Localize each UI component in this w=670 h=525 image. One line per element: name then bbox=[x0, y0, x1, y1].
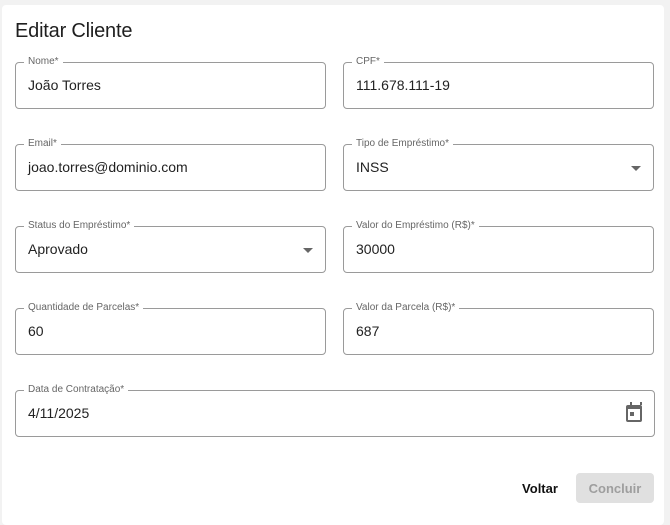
calendar-icon[interactable] bbox=[626, 402, 642, 422]
field-label: Tipo de Empréstimo* bbox=[352, 138, 453, 150]
field-value: INSS bbox=[356, 159, 389, 175]
loan-type-select[interactable]: Tipo de Empréstimo* INSS bbox=[343, 138, 654, 191]
loan-amount-field[interactable]: Valor do Empréstimo (R$)* 30000 bbox=[343, 220, 654, 273]
installment-value-field[interactable]: Valor da Parcela (R$)* 687 bbox=[343, 302, 654, 355]
field-label: Nome* bbox=[24, 56, 63, 68]
field-value: 60 bbox=[28, 323, 44, 339]
chevron-down-icon[interactable] bbox=[631, 166, 641, 171]
field-value: 687 bbox=[356, 323, 380, 339]
field-value: 30000 bbox=[356, 241, 395, 257]
field-label: Valor da Parcela (R$)* bbox=[352, 302, 460, 314]
field-label: Valor do Empréstimo (R$)* bbox=[352, 220, 479, 232]
back-button[interactable]: Voltar bbox=[512, 474, 568, 502]
field-value: joao.torres@dominio.com bbox=[28, 159, 188, 175]
loan-status-select[interactable]: Status do Empréstimo* Aprovado bbox=[15, 220, 326, 273]
page-title: Editar Cliente bbox=[15, 20, 133, 42]
name-field[interactable]: Nome* João Torres bbox=[15, 56, 326, 109]
field-value: Aprovado bbox=[28, 241, 88, 257]
field-label: Email* bbox=[24, 138, 61, 150]
installments-count-field[interactable]: Quantidade de Parcelas* 60 bbox=[15, 302, 326, 355]
field-label: Data de Contratação* bbox=[24, 384, 129, 396]
chevron-down-icon[interactable] bbox=[303, 248, 313, 253]
submit-button[interactable]: Concluir bbox=[576, 473, 654, 503]
field-value: 4/11/2025 bbox=[28, 405, 90, 421]
field-label: CPF* bbox=[352, 56, 384, 68]
cpf-field[interactable]: CPF* 111.678.111-19 bbox=[343, 56, 654, 109]
contract-date-field[interactable]: Data de Contratação* 4/11/2025 bbox=[15, 384, 655, 437]
field-value: 111.678.111-19 bbox=[356, 77, 450, 93]
field-value: João Torres bbox=[28, 77, 101, 93]
email-field[interactable]: Email* joao.torres@dominio.com bbox=[15, 138, 326, 191]
field-label: Quantidade de Parcelas* bbox=[24, 302, 144, 314]
field-label: Status do Empréstimo* bbox=[24, 220, 135, 232]
